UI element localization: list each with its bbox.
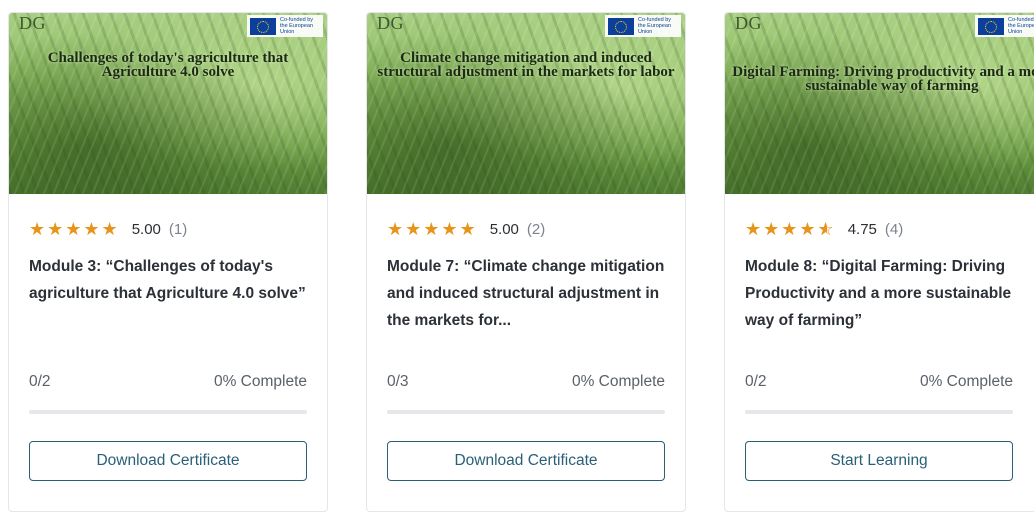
progress-bar <box>387 410 665 414</box>
eu-funding-text: Co-funded by the European Union <box>1008 17 1034 35</box>
lessons-completed: 0/2 <box>745 373 767 390</box>
review-count: (1) <box>168 221 188 238</box>
eu-flag-icon <box>608 17 634 35</box>
star-rating-icon: ★★★★☆★ <box>745 219 836 239</box>
eu-flag-icon <box>978 17 1004 35</box>
percent-complete: 0% Complete <box>919 373 1013 390</box>
eu-funding-text: Co-funded by the European Union <box>280 17 314 35</box>
rating-score: 5.00 <box>489 221 519 238</box>
download-certificate-button[interactable]: Download Certificate <box>29 441 307 481</box>
course-card-module-8[interactable]: DG Co-funded by the European Union Digit… <box>724 12 1034 512</box>
review-count: (4) <box>884 221 904 238</box>
course-thumbnail[interactable]: DG Co-funded by the European Union Chall… <box>9 13 327 194</box>
percent-complete: 0% Complete <box>213 373 307 390</box>
percent-complete: 0% Complete <box>571 373 665 390</box>
eu-funding-text: Co-funded by the European Union <box>638 17 672 35</box>
course-title[interactable]: Module 7: “Climate change mitigation and… <box>387 253 667 334</box>
half-star-icon: ☆★ <box>817 219 836 239</box>
dg-logo: DG <box>377 13 404 33</box>
review-count: (2) <box>526 221 546 238</box>
course-thumbnail[interactable]: DG Co-funded by the European Union Digit… <box>725 13 1034 194</box>
progress-bar <box>29 410 307 414</box>
thumbnail-title: Digital Farming: Driving productivity an… <box>732 64 1034 94</box>
course-title[interactable]: Module 8: “Digital Farming: Driving Prod… <box>745 253 1023 334</box>
dg-logo: DG <box>735 13 762 33</box>
lessons-completed: 0/2 <box>29 373 51 390</box>
progress-bar <box>745 410 1013 414</box>
start-learning-button[interactable]: Start Learning <box>745 441 1013 481</box>
thumbnail-title: Climate change mitigation and induced st… <box>377 50 675 80</box>
eu-funding-badge: Co-funded by the European Union <box>605 15 681 37</box>
course-rating: ★★★★★ 5.00 (1) <box>29 219 187 240</box>
course-thumbnail[interactable]: DG Co-funded by the European Union Clima… <box>367 13 685 194</box>
progress-info: 0/2 0% Complete <box>29 373 307 391</box>
course-card-module-3[interactable]: DG Co-funded by the European Union Chall… <box>8 12 328 512</box>
download-certificate-button[interactable]: Download Certificate <box>387 441 665 481</box>
eu-funding-badge: Co-funded by the European Union <box>247 15 323 37</box>
progress-info: 0/3 0% Complete <box>387 373 665 391</box>
dg-logo: DG <box>19 13 46 33</box>
progress-info: 0/2 0% Complete <box>745 373 1013 391</box>
course-rating: ★★★★★ 5.00 (2) <box>387 219 545 240</box>
star-rating-icon: ★★★★★ <box>387 219 478 239</box>
course-card-module-7[interactable]: DG Co-funded by the European Union Clima… <box>366 12 686 512</box>
star-rating-icon: ★★★★★ <box>29 219 120 239</box>
lessons-completed: 0/3 <box>387 373 409 390</box>
eu-funding-badge: Co-funded by the European Union <box>975 15 1034 37</box>
rating-score: 5.00 <box>131 221 161 238</box>
rating-score: 4.75 <box>847 221 877 238</box>
thumbnail-title: Challenges of today's agriculture that A… <box>47 50 289 80</box>
eu-flag-icon <box>250 17 276 35</box>
course-rating: ★★★★☆★ 4.75 (4) <box>745 219 903 240</box>
course-title[interactable]: Module 3: “Challenges of today's agricul… <box>29 253 309 307</box>
